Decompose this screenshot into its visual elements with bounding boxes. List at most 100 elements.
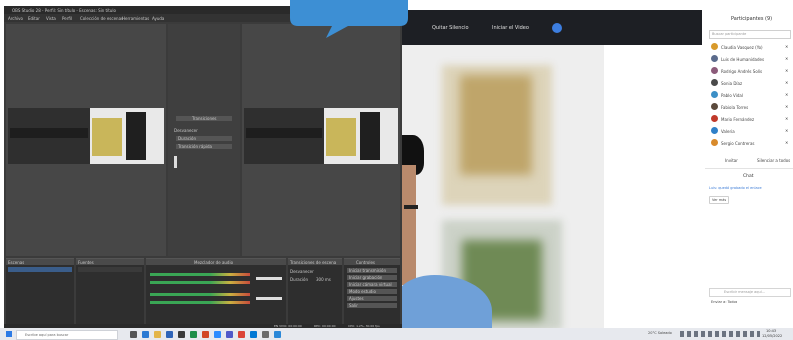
clock-date[interactable]: 12/05/2022	[762, 334, 782, 338]
studio-mode-button[interactable]: Modo estudio	[347, 289, 397, 294]
preview-face	[92, 118, 122, 156]
file-explorer-icon[interactable]	[154, 330, 161, 338]
volume-slider-2[interactable]	[256, 297, 282, 300]
menu-herramientas[interactable]: Herramientas	[122, 16, 149, 21]
obs-window: OBS Studio 28 - Perfil: Sin título - Esc…	[4, 6, 402, 328]
participant-row[interactable]: Claudia Vasquez (Yo) ✕	[709, 42, 793, 52]
person-glasses	[404, 205, 418, 209]
powerpoint-icon[interactable]	[202, 330, 209, 338]
teams-icon[interactable]	[226, 330, 233, 338]
chat-more-button[interactable]: Ver más	[709, 196, 729, 204]
participants-title: Participantes (9)	[731, 16, 773, 22]
transition-duration[interactable]: Duración	[176, 136, 232, 141]
obs-taskbar-icon[interactable]	[178, 330, 185, 338]
menu-editar[interactable]: Editar	[28, 16, 40, 21]
start-video-button[interactable]: Iniciar el Video	[492, 25, 529, 31]
participant-search[interactable]: Buscar participante	[709, 30, 791, 39]
program-canvas	[242, 24, 400, 256]
system-tray-icons[interactable]	[680, 331, 760, 337]
virtual-camera-button[interactable]: Iniciar cámara virtual	[347, 282, 397, 287]
scene-transitions-dock: Transiciones de escena Desvanecer Duraci…	[288, 258, 342, 325]
start-streaming-button[interactable]: Iniciar transmisión	[347, 268, 397, 273]
avatar	[711, 91, 718, 98]
tbar-handle[interactable]	[174, 156, 177, 168]
quick-transition[interactable]: Transición rápida	[176, 144, 232, 149]
transition-button[interactable]: Transiciones	[176, 116, 232, 121]
settings-taskbar-icon[interactable]	[262, 330, 269, 338]
participant-row[interactable]: Luis de Humanidades ✕	[709, 54, 793, 64]
duration-label: Duración	[290, 277, 309, 282]
participant-row[interactable]: Sergio Contreras ✕	[709, 138, 793, 148]
sources-dock-title: Fuentes	[78, 260, 94, 265]
start-recording-button[interactable]: Iniciar grabación	[347, 275, 397, 280]
participant-row[interactable]: Valeria ✕	[709, 126, 793, 136]
source-item[interactable]	[78, 267, 142, 272]
participant-row[interactable]: Rodrigo Andrés Solís ✕	[709, 66, 793, 76]
invite-button[interactable]: Invitar	[725, 158, 738, 163]
windows-start-icon[interactable]	[6, 331, 12, 337]
chrome-icon[interactable]	[238, 330, 245, 338]
mic-icon[interactable]: ✕	[785, 140, 788, 145]
participant-video	[402, 45, 604, 328]
taskbar: Escribe aquí para buscar 20°C Soleado 10…	[0, 328, 793, 340]
scene-item[interactable]	[8, 267, 72, 272]
unmute-button[interactable]: Quitar Silencio	[432, 25, 469, 31]
menu-vista[interactable]: Vista	[46, 16, 56, 21]
clock-time[interactable]: 10:43	[766, 329, 776, 333]
excel-icon[interactable]	[190, 330, 197, 338]
mic-icon[interactable]: ✕	[785, 68, 788, 73]
avatar	[711, 43, 718, 50]
obs-title-text: OBS Studio 28 - Perfil: Sin título - Esc…	[12, 8, 116, 13]
controls-dock-title: Controles	[356, 260, 376, 265]
participant-row[interactable]: Mario Fernández ✕	[709, 114, 793, 124]
mic-icon[interactable]: ✕	[785, 104, 788, 109]
mic-icon[interactable]: ✕	[785, 44, 788, 49]
participant-row[interactable]: Sonia Díaz ✕	[709, 78, 793, 88]
menu-colecciones[interactable]: Colección de escenas	[80, 16, 123, 21]
mic-icon[interactable]: ✕	[785, 56, 788, 61]
taskbar-search[interactable]: Escribe aquí para buscar	[16, 330, 118, 340]
transition-select[interactable]: Desvanecer	[290, 269, 314, 274]
word-icon[interactable]	[166, 330, 173, 338]
mixer-title: Mezclador de audio	[194, 260, 234, 265]
mute-all-button[interactable]: Silenciar a todos	[757, 158, 790, 163]
edge-icon[interactable]	[142, 330, 149, 338]
mic-icon[interactable]: ✕	[785, 128, 788, 133]
outlook-icon[interactable]	[250, 330, 257, 338]
weather-widget[interactable]: 20°C Soleado	[648, 331, 672, 335]
program-screenshot	[244, 108, 398, 164]
chat-title: Chat	[743, 174, 754, 179]
zoom-icon[interactable]	[214, 330, 221, 338]
avatar	[711, 139, 718, 146]
avatar	[711, 127, 718, 134]
audio-meter-4	[150, 301, 250, 304]
video-call-window: Quitar Silencio Iniciar el Video	[402, 10, 702, 328]
mic-icon[interactable]: ✕	[785, 116, 788, 121]
participant-row[interactable]: Fabiola Torres ✕	[709, 102, 793, 112]
background-picture-top	[460, 75, 532, 175]
mic-icon[interactable]: ✕	[785, 92, 788, 97]
menu-perfil[interactable]: Perfil	[62, 16, 72, 21]
menu-archivo[interactable]: Archivo	[8, 16, 23, 21]
transitions-dock-title: Transiciones de escena	[290, 260, 337, 265]
transition-type[interactable]: Desvanecer	[174, 128, 234, 133]
mic-icon[interactable]: ✕	[785, 80, 788, 85]
audio-mixer-dock: Mezclador de audio	[146, 258, 286, 325]
avatar	[711, 79, 718, 86]
more-options-icon[interactable]	[552, 23, 562, 33]
store-icon[interactable]	[274, 330, 281, 338]
volume-slider-1[interactable]	[256, 277, 282, 280]
task-view-icon[interactable]	[130, 330, 137, 338]
menu-ayuda[interactable]: Ayuda	[152, 16, 164, 21]
chat-recipient[interactable]: Enviar a: Todos	[711, 300, 737, 304]
chat-input[interactable]: Escribir mensaje aquí...	[709, 288, 791, 297]
participant-row[interactable]: Pablo Vidal ✕	[709, 90, 793, 100]
exit-button[interactable]: Salir	[347, 303, 397, 308]
duration-value[interactable]: 300 ms	[316, 277, 331, 282]
settings-button[interactable]: Ajustes	[347, 296, 397, 301]
avatar	[711, 103, 718, 110]
chat-message[interactable]: Luis: quedó grabado el enlace	[709, 186, 789, 190]
preview-screenshot	[8, 108, 164, 164]
preview-canvas[interactable]	[6, 24, 166, 256]
audio-meter-1	[150, 273, 250, 276]
